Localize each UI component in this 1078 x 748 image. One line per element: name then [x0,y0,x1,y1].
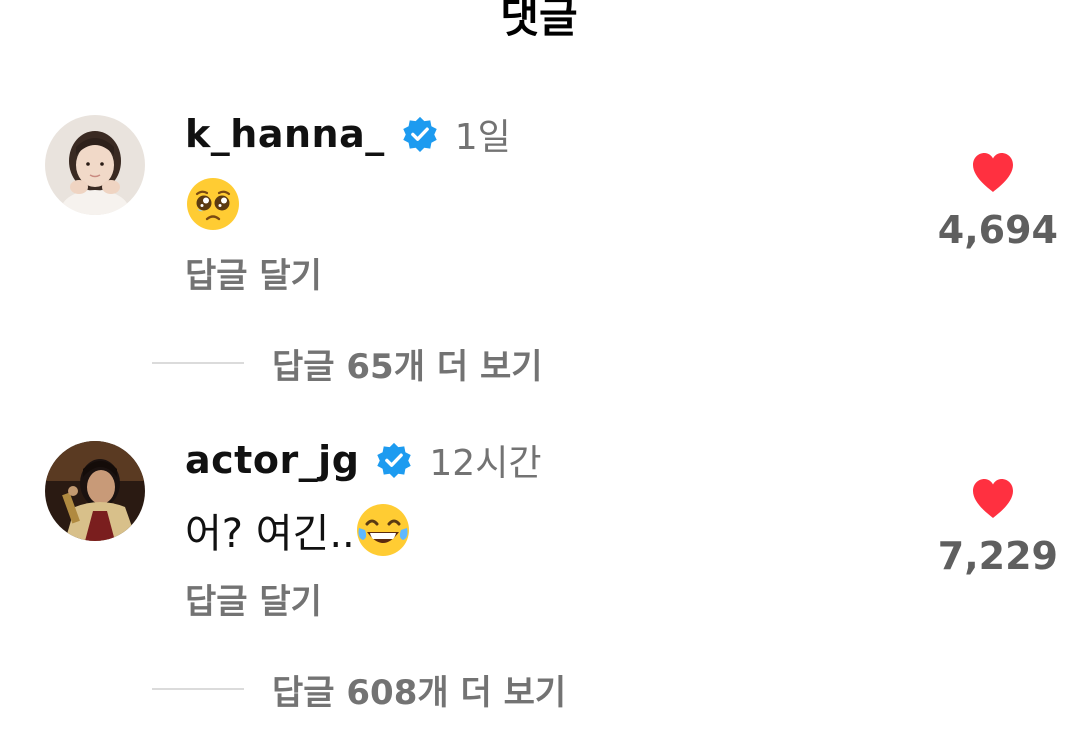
avatar[interactable] [45,115,145,215]
divider-line [152,362,244,364]
comment-item: actor_jg 12시간 어? 여긴.. 답글 달기 답글 608개 더 보기… [0,436,1078,736]
comment-text [185,176,241,232]
page-title: 댓글 [500,0,578,42]
heart-icon[interactable] [969,150,1017,194]
like-section: 7,229 [928,476,1058,578]
verified-badge-icon [375,441,413,479]
view-more-replies[interactable]: 답글 65개 더 보기 [152,338,543,388]
view-more-replies[interactable]: 답글 608개 더 보기 [152,664,566,714]
comment-text-content: 어? 여긴.. [185,511,355,557]
username[interactable]: actor_jg [185,438,359,482]
like-section: 4,694 [928,150,1058,252]
view-more-replies-label[interactable]: 답글 608개 더 보기 [272,665,566,714]
comment-item: k_hanna_ 1일 답글 달기 답글 65개 더 보기 4,694 [0,110,1078,410]
tears-of-joy-emoji-icon [355,502,411,558]
username[interactable]: k_hanna_ [185,112,385,156]
timestamp: 12시간 [429,443,542,484]
reply-button[interactable]: 답글 달기 [185,574,322,623]
divider-line [152,688,244,690]
heart-icon[interactable] [969,476,1017,520]
like-count: 7,229 [937,534,1058,578]
comment-text: 어? 여긴.. [185,502,411,558]
pleading-face-emoji-icon [185,176,241,232]
reply-button[interactable]: 답글 달기 [185,248,322,297]
avatar[interactable] [45,441,145,541]
view-more-replies-label[interactable]: 답글 65개 더 보기 [272,339,543,388]
verified-badge-icon [401,115,439,153]
timestamp: 1일 [454,117,511,158]
like-count: 4,694 [937,208,1058,252]
